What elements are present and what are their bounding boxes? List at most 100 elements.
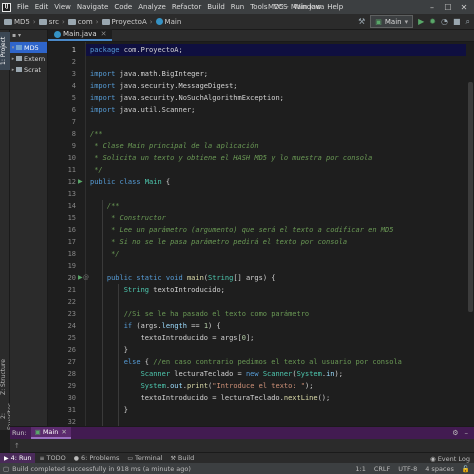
line-separator[interactable]: CRLF (374, 465, 390, 473)
menu-item-refactor[interactable]: Refactor (169, 0, 204, 14)
run-tab-main[interactable]: ▣ Main ✕ (30, 427, 71, 439)
code-line[interactable]: * Si no se le pasa parámetro pedirá el t… (86, 236, 466, 248)
menu-item-navigate[interactable]: Navigate (74, 0, 111, 14)
stop-icon[interactable]: ■ (453, 17, 461, 26)
menu-item-file[interactable]: File (14, 0, 32, 14)
indent-setting[interactable]: 4 spaces (425, 465, 454, 473)
menu-item-build[interactable]: Build (204, 0, 228, 14)
menu-item-help[interactable]: Help (324, 0, 346, 14)
bottom-tool-tabs: ▶ 4: Run ≡ TODO ● 6: Problems ▭ Terminal ⚒ Build (0, 452, 199, 464)
breadcrumb-item-md5[interactable]: MD5 (3, 18, 31, 26)
code-line[interactable] (86, 296, 466, 308)
panel-options-icon[interactable]: ▪ ▾ (12, 32, 21, 39)
coverage-icon[interactable]: ◔ (441, 17, 448, 26)
menu-item-analyze[interactable]: Analyze (135, 0, 169, 14)
editor-tab-main-java[interactable]: Main.java ✕ (48, 29, 113, 41)
run-configuration-select[interactable]: ▣ Main ▾ (370, 15, 414, 28)
code-line[interactable]: * Lee un parámetro (argumento) que será … (86, 224, 466, 236)
minimize-icon[interactable]: – (424, 3, 440, 12)
hide-panel-icon[interactable]: – (465, 429, 469, 437)
run-gutter-icon[interactable]: ▶ (78, 272, 83, 284)
code-token: public static void (106, 274, 183, 282)
code-line[interactable]: */ (86, 164, 466, 176)
code-line[interactable]: * Solicita un texto y obtiene el HASH MD… (86, 152, 466, 164)
code-token: * Si no se le pasa parámetro pedirá el t… (90, 238, 348, 246)
breadcrumb-item-main[interactable]: Main (155, 18, 183, 26)
line-number: 1 (71, 46, 76, 54)
status-panel-icon[interactable]: ▢ (3, 465, 9, 473)
breadcrumb-item-proyectoa[interactable]: ProyectoA (101, 18, 148, 26)
menu-item-code[interactable]: Code (111, 0, 135, 14)
close-run-tab-icon[interactable]: ✕ (61, 428, 66, 436)
code-line[interactable]: textoIntroducido = args[0]; (86, 332, 466, 344)
menu-item-run[interactable]: Run (228, 0, 247, 14)
status-message[interactable]: Build completed successfully in 918 ms (… (12, 465, 191, 473)
folder-icon (16, 56, 22, 61)
code-line[interactable]: System.out.print("Introduce el texto: ")… (86, 380, 466, 392)
code-line[interactable]: textoIntroducido = lecturaTeclado.nextLi… (86, 392, 466, 404)
code-line[interactable]: String textoIntroducido; (86, 284, 466, 296)
menu-item-tools[interactable]: Tools (247, 0, 270, 14)
bottom-tab-build[interactable]: ⚒ Build (167, 453, 199, 464)
code-token: nextLine (283, 394, 318, 402)
code-line[interactable]: /** (86, 128, 466, 140)
debug-icon[interactable]: ✹ (429, 17, 436, 26)
scrollbar-thumb[interactable] (468, 82, 473, 312)
bottom-tab-6-problems[interactable]: ● 6: Problems (70, 453, 124, 464)
code-line[interactable]: //Si se le ha pasado el texto como parám… (86, 308, 466, 320)
breadcrumb: MD5 › src › com › ProyectoA › Main (0, 18, 182, 26)
search-icon[interactable]: ⌕ (466, 17, 470, 27)
structure-tool-tab[interactable]: Z: Structure (0, 356, 10, 398)
tree-item[interactable]: ▸ Extern (10, 53, 47, 64)
run-gutter-icon[interactable]: ▶ (78, 176, 83, 188)
bottom-tab-todo[interactable]: ≡ TODO (35, 453, 69, 464)
code-line[interactable]: } (86, 344, 466, 356)
code-line[interactable]: * Constructor (86, 212, 466, 224)
maximize-icon[interactable]: ☐ (440, 3, 456, 12)
code-line[interactable] (86, 260, 466, 272)
code-line[interactable]: import java.util.Scanner; (86, 104, 466, 116)
code-line[interactable]: public class Main { (86, 176, 466, 188)
tree-item[interactable]: ▸ Scrat (10, 64, 47, 75)
code-line[interactable] (86, 56, 466, 68)
code-line[interactable]: } (86, 404, 466, 416)
project-tool-tab[interactable]: 1: Project (0, 32, 10, 70)
editor-gutter[interactable]: 1 2 3 4 5 6 7 8 9 10 11 12 ▶ 13 14 15 16 17 18 19 20 ▶ @21 22 23… (48, 42, 89, 474)
code-line[interactable]: import java.security.NoSuchAlgorithmExce… (86, 92, 466, 104)
file-encoding[interactable]: UTF-8 (398, 465, 417, 473)
code-token: 1 (203, 322, 209, 330)
run-console[interactable]: ↑ (10, 439, 474, 453)
hammer-icon[interactable]: ⚒ (358, 17, 365, 26)
breadcrumb-item-src[interactable]: src (38, 18, 60, 26)
menu-item-view[interactable]: View (51, 0, 74, 14)
console-scroll-up-icon[interactable]: ↑ (14, 442, 20, 450)
code-line[interactable]: else { //en caso contrario pedimos el te… (86, 356, 466, 368)
bottom-tab-terminal[interactable]: ▭ Terminal (123, 453, 166, 464)
code-line[interactable]: import java.math.BigInteger; (86, 68, 466, 80)
code-line[interactable] (86, 116, 466, 128)
code-line[interactable]: */ (86, 248, 466, 260)
editor-scrollbar[interactable] (466, 42, 474, 426)
code-line[interactable]: /** (86, 200, 466, 212)
code-line[interactable]: package com.ProyectoA; (86, 44, 466, 56)
run-icon[interactable]: ▶ (418, 17, 424, 26)
favorites-tool-tab[interactable]: 2: Favorites (0, 402, 14, 430)
folder-icon (67, 18, 76, 25)
code-line[interactable]: * Clase Main principal de la aplicación (86, 140, 466, 152)
close-icon[interactable]: ✕ (456, 3, 472, 12)
settings-gear-icon[interactable]: ⚙ (452, 429, 458, 437)
close-tab-icon[interactable]: ✕ (101, 30, 107, 38)
breadcrumb-item-com[interactable]: com (67, 18, 94, 26)
code-line[interactable]: import java.security.MessageDigest; (86, 80, 466, 92)
code-line[interactable]: Scanner lecturaTeclado = new Scanner(Sys… (86, 368, 466, 380)
code-line[interactable]: if (args.length == 1) { (86, 320, 466, 332)
caret-position[interactable]: 1:1 (355, 465, 365, 473)
code-line[interactable] (86, 188, 466, 200)
lock-icon[interactable]: 🔓 (462, 465, 470, 473)
tree-item[interactable]: ▾ MD5 (10, 42, 47, 53)
bottom-tab-4-run[interactable]: ▶ 4: Run (0, 452, 36, 464)
code-line[interactable]: public static void main(String[] args) { (86, 272, 466, 284)
bottom-tab-label: 6: Problems (80, 454, 120, 462)
code-text-area[interactable]: package com.ProyectoA; import java.math.B… (86, 42, 466, 474)
menu-item-edit[interactable]: Edit (32, 0, 52, 14)
